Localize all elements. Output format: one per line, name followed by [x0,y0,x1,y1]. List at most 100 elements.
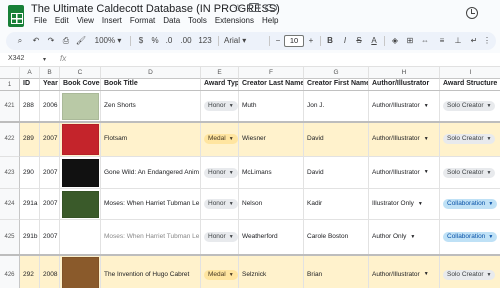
dropdown-chip[interactable]: Collaboration ▼ [443,199,498,209]
menu-help[interactable]: Help [258,16,282,25]
font-select[interactable]: Arial ▾ [224,32,264,50]
menu-extensions[interactable]: Extensions [211,16,258,25]
dropdown-chip[interactable]: Honor ▼ [204,232,238,242]
borders-icon[interactable]: ⊞ [404,32,416,50]
book-cover-cell[interactable] [60,189,101,220]
decrease-font-icon[interactable]: − [273,32,283,50]
dropdown-chip[interactable]: Solo Creator ▼ [443,101,496,111]
table-cell[interactable]: Medal ▼ [201,255,239,288]
table-cell[interactable]: Brian [304,255,369,288]
column-header-c[interactable]: C [60,67,101,79]
table-cell[interactable]: The Invention of Hugo Cabret [101,255,201,288]
table-cell[interactable]: Illustrator Only ▼ [369,189,440,220]
table-cell[interactable]: 289 [20,122,40,157]
undo-icon[interactable]: ↶ [30,32,42,50]
column-header-d[interactable]: D [101,67,201,79]
zoom-select[interactable]: 100% ▾ [91,32,125,50]
table-cell[interactable]: Solo Creator ▼ [440,122,500,157]
menu-insert[interactable]: Insert [98,16,126,25]
fill-color-icon[interactable]: ◈ [389,32,401,50]
dropdown-chip[interactable]: Solo Creator ▼ [443,167,496,178]
book-cover-cell[interactable] [60,255,101,288]
redo-icon[interactable]: ↷ [45,32,57,50]
move-folder-icon[interactable] [249,3,259,12]
dropdown-value[interactable]: Illustrator Only ▼ [372,200,423,208]
table-cell[interactable]: Solo Creator ▼ [440,255,500,288]
table-cell[interactable]: 2007 [40,157,60,189]
table-cell[interactable]: Selznick [239,255,304,288]
font-size-input[interactable]: 10 [284,35,304,47]
table-cell[interactable]: 2006 [40,91,60,122]
table-cell[interactable]: 292 [20,255,40,288]
table-cell[interactable]: 2007 [40,189,60,220]
italic-icon[interactable]: I [339,32,351,50]
table-cell[interactable]: Collaboration ▼ [440,220,500,255]
table-cell[interactable]: Gone Wild: An Endangered Anim [101,157,201,189]
book-cover-cell[interactable] [60,122,101,157]
table-cell[interactable]: Honor ▼ [201,220,239,255]
table-cell[interactable]: Author/Illustrator ▼ [369,157,440,189]
column-header-f[interactable]: F [239,67,304,79]
select-all-corner[interactable] [0,67,20,79]
table-cell[interactable]: 291b [20,220,40,255]
table-cell[interactable]: Moses: When Harriet Tubman Le [101,220,201,255]
table-cell[interactable]: Kadir [304,189,369,220]
table-cell[interactable]: Honor ▼ [201,157,239,189]
table-cell[interactable] [60,220,101,255]
dropdown-chip[interactable]: Solo Creator ▼ [443,269,496,280]
book-cover-cell[interactable] [60,91,101,122]
sheets-logo-icon[interactable] [8,5,24,27]
table-cell[interactable]: David [304,122,369,157]
column-header-a[interactable]: A [20,67,40,79]
table-cell[interactable]: Zen Shorts [101,91,201,122]
table-cell[interactable]: Author/Illustrator ▼ [369,255,440,288]
increase-font-icon[interactable]: + [306,32,316,50]
table-cell[interactable]: Flotsam [101,122,201,157]
percent-button[interactable]: % [150,32,160,50]
table-cell[interactable]: McLimans [239,157,304,189]
dropdown-chip[interactable]: Honor ▼ [204,101,238,111]
name-box[interactable]: X342 [8,55,24,62]
column-header-e[interactable]: E [201,67,239,79]
row-number[interactable]: 424 [0,189,20,220]
more-formats-button[interactable]: 123 [197,32,213,50]
horizontal-align-icon[interactable]: ≡ [436,32,448,50]
version-history-icon[interactable] [466,7,478,19]
table-cell[interactable]: Carole Boston [304,220,369,255]
dropdown-value[interactable]: Author/Illustrator ▼ [372,135,429,143]
table-cell[interactable]: Medal ▼ [201,122,239,157]
paint-format-icon[interactable]: 🖌 [75,32,87,50]
dropdown-chip[interactable]: Medal ▼ [204,134,238,144]
menu-data[interactable]: Data [159,16,184,25]
dropdown-chip[interactable]: Collaboration ▼ [443,232,498,242]
table-cell[interactable]: Honor ▼ [201,91,239,122]
column-header-h[interactable]: H [369,67,440,79]
column-header-g[interactable]: G [304,67,369,79]
increase-decimal-button[interactable]: .00 [178,32,194,50]
table-cell[interactable]: 290 [20,157,40,189]
table-cell[interactable]: Moses: When Harriet Tubman Le [101,189,201,220]
decrease-decimal-button[interactable]: .0 [163,32,175,50]
column-header-i[interactable]: I [440,67,500,79]
name-box-dropdown-icon[interactable]: ▾ [43,56,46,63]
table-cell[interactable]: Weatherford [239,220,304,255]
dropdown-value[interactable]: Author/Illustrator ▼ [372,271,429,279]
strikethrough-icon[interactable]: S [353,32,365,50]
menu-format[interactable]: Format [126,16,159,25]
table-cell[interactable]: 2007 [40,122,60,157]
table-cell[interactable]: Solo Creator ▼ [440,91,500,122]
search-menus-icon[interactable]: ⌕ [14,32,26,50]
spreadsheet-grid[interactable]: A B C D E F G H I 1 ID Year Book Cover Book Title Awar… [0,67,500,288]
row-number[interactable]: 422 [0,122,20,157]
table-cell[interactable]: David [304,157,369,189]
table-cell[interactable]: Wiesner [239,122,304,157]
table-cell[interactable]: Nelson [239,189,304,220]
row-number[interactable]: 426 [0,255,20,288]
text-wrap-icon[interactable]: ↵ [468,32,480,50]
row-number[interactable]: 423 [0,157,20,189]
menu-file[interactable]: File [30,16,51,25]
table-cell[interactable]: Author Only ▼ [369,220,440,255]
table-cell[interactable]: 2008 [40,255,60,288]
row-number[interactable]: 425 [0,220,20,255]
book-cover-cell[interactable] [60,157,101,189]
